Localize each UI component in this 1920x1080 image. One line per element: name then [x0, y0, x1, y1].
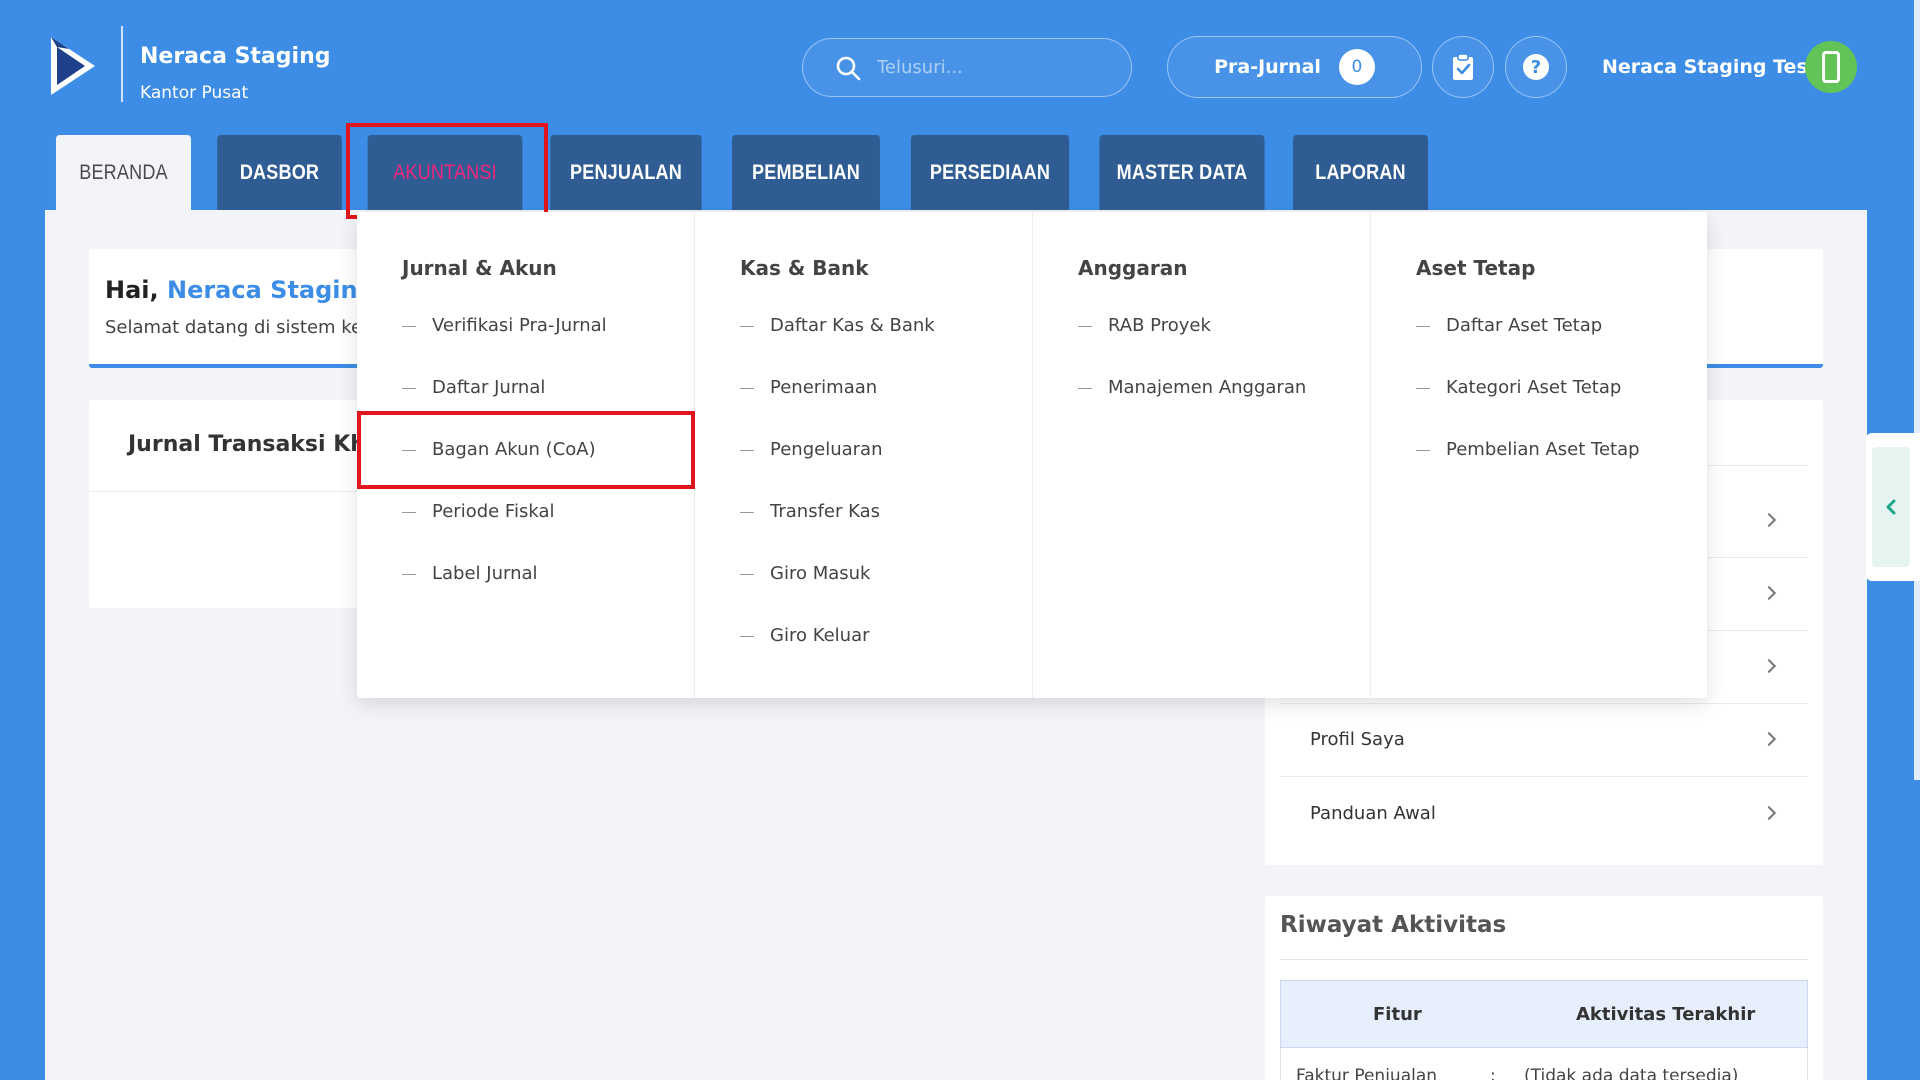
search-input[interactable]	[877, 57, 1097, 78]
dash-icon	[1416, 388, 1430, 389]
menu-header-kas-bank: Kas & Bank	[740, 256, 869, 280]
greeting: Hai,	[105, 276, 159, 304]
menu-item-penerimaan[interactable]: Penerimaan	[770, 377, 877, 398]
column-header-fitur: Fitur	[1373, 1004, 1422, 1025]
tab-laporan[interactable]: LAPORAN	[1292, 135, 1429, 210]
avatar[interactable]	[1805, 41, 1857, 93]
tab-label: PEMBELIAN	[752, 160, 860, 184]
tab-label: BERANDA	[79, 160, 168, 184]
svg-text:?: ?	[1531, 57, 1541, 78]
dash-icon	[740, 326, 754, 327]
side-menu-panduan-awal[interactable]: Panduan Awal	[1310, 803, 1436, 824]
column-divider	[1032, 212, 1033, 698]
menu-item-daftar-jurnal[interactable]: Daftar Jurnal	[432, 377, 545, 398]
help-icon: ?	[1523, 54, 1549, 80]
column-divider	[1370, 212, 1371, 698]
dash-icon	[1078, 388, 1092, 389]
user-name[interactable]: Neraca Staging Test	[1602, 56, 1817, 78]
dash-icon	[740, 636, 754, 637]
row-fitur: Faktur Penjualan	[1296, 1066, 1438, 1080]
dash-icon	[402, 512, 416, 513]
pra-jurnal-count-badge: 0	[1338, 49, 1375, 85]
help-button[interactable]: ?	[1505, 36, 1567, 98]
dash-icon	[740, 512, 754, 513]
menu-header-jurnal-akun: Jurnal & Akun	[402, 256, 557, 280]
tab-pembelian[interactable]: PEMBELIAN	[732, 135, 880, 210]
tab-label: MASTER DATA	[1116, 160, 1248, 184]
side-menu-profil-saya[interactable]: Profil Saya	[1310, 729, 1405, 750]
menu-item-daftar-kas-bank[interactable]: Daftar Kas & Bank	[770, 315, 935, 336]
dash-icon	[740, 450, 754, 451]
menu-item-rab-proyek[interactable]: RAB Proyek	[1108, 315, 1211, 336]
menu-item-label-jurnal[interactable]: Label Jurnal	[432, 563, 538, 584]
scrollbar[interactable]	[1914, 0, 1920, 780]
tab-label: LAPORAN	[1315, 160, 1406, 184]
dash-icon	[740, 388, 754, 389]
row-separator: :	[1490, 1066, 1496, 1080]
menu-item-highlight-box	[357, 411, 695, 489]
menu-header-aset-tetap: Aset Tetap	[1416, 256, 1536, 280]
menu-item-kategori-aset-tetap[interactable]: Kategori Aset Tetap	[1446, 377, 1621, 398]
tab-penjualan[interactable]: PENJUALAN	[550, 135, 702, 210]
divider	[1280, 776, 1808, 777]
tasks-button[interactable]	[1432, 36, 1494, 98]
dash-icon	[1078, 326, 1092, 327]
jurnal-card-title: Jurnal Transaksi Khu	[128, 432, 382, 457]
tab-label: PENJUALAN	[570, 160, 682, 184]
welcome-message: Selamat datang di sistem keu	[105, 317, 374, 338]
menu-item-giro-masuk[interactable]: Giro Masuk	[770, 563, 870, 584]
brand-subtitle: Kantor Pusat	[140, 83, 249, 103]
tab-beranda[interactable]: BERANDA	[55, 135, 192, 210]
menu-item-periode-fiskal[interactable]: Periode Fiskal	[432, 501, 554, 522]
menu-header-anggaran: Anggaran	[1078, 256, 1188, 280]
tab-dasbor[interactable]: DASBOR	[217, 135, 342, 210]
dash-icon	[402, 388, 416, 389]
search-icon	[836, 56, 861, 80]
row-aktivitas: (Tidak ada data tersedia)	[1524, 1066, 1739, 1080]
menu-item-verifikasi-pra-jurnal[interactable]: Verifikasi Pra-Jurnal	[432, 315, 607, 336]
dash-icon	[1416, 450, 1430, 451]
pra-jurnal-button[interactable]: Pra-Jurnal 0	[1167, 36, 1422, 98]
menu-item-transfer-kas[interactable]: Transfer Kas	[770, 501, 880, 522]
divider	[1280, 959, 1808, 960]
riwayat-title: Riwayat Aktivitas	[1280, 912, 1507, 938]
side-panel-toggle[interactable]	[1866, 433, 1920, 581]
dash-icon	[740, 574, 754, 575]
pra-jurnal-label: Pra-Jurnal	[1214, 56, 1321, 78]
dash-icon	[402, 574, 416, 575]
brand-divider	[121, 26, 123, 102]
menu-item-pengeluaran[interactable]: Pengeluaran	[770, 439, 882, 460]
menu-item-giro-keluar[interactable]: Giro Keluar	[770, 625, 870, 646]
neraca-logo-icon[interactable]	[45, 33, 101, 99]
column-header-aktivitas: Aktivitas Terakhir	[1576, 1004, 1756, 1025]
menu-item-pembelian-aset-tetap[interactable]: Pembelian Aset Tetap	[1446, 439, 1640, 460]
tab-master-data[interactable]: MASTER DATA	[1099, 135, 1265, 210]
menu-item-daftar-aset-tetap[interactable]: Daftar Aset Tetap	[1446, 315, 1602, 336]
dash-icon	[1416, 326, 1430, 327]
chevron-left-icon	[1886, 499, 1896, 515]
mobile-icon	[1822, 51, 1840, 83]
tab-highlight-box	[346, 123, 548, 219]
search-box[interactable]	[802, 38, 1132, 97]
tab-label: PERSEDIAAN	[929, 160, 1051, 184]
menu-item-manajemen-anggaran[interactable]: Manajemen Anggaran	[1108, 377, 1306, 398]
clipboard-check-icon	[1453, 53, 1473, 80]
brand-title: Neraca Staging	[140, 44, 331, 69]
tab-label: DASBOR	[239, 160, 320, 184]
dash-icon	[402, 326, 416, 327]
tab-persediaan[interactable]: PERSEDIAAN	[910, 135, 1070, 210]
divider	[1280, 703, 1808, 704]
